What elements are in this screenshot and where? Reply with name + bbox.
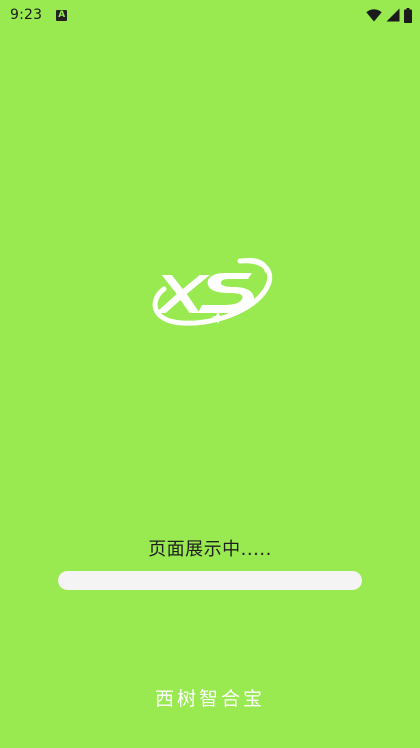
status-left: 9:23 A (10, 7, 68, 23)
status-time: 9:23 (10, 7, 43, 23)
app-name: 西树智合宝 (154, 688, 265, 710)
app-notification-icon: A (56, 9, 68, 21)
status-right (366, 7, 412, 23)
wifi-icon (366, 8, 382, 22)
xs-logo-icon (148, 255, 274, 331)
cellular-signal-icon (386, 8, 400, 22)
status-bar: 9:23 A (0, 0, 420, 30)
loading-text: 页面展示中..... (148, 539, 272, 560)
battery-icon (404, 7, 412, 23)
loading-progress-bar (58, 571, 362, 590)
